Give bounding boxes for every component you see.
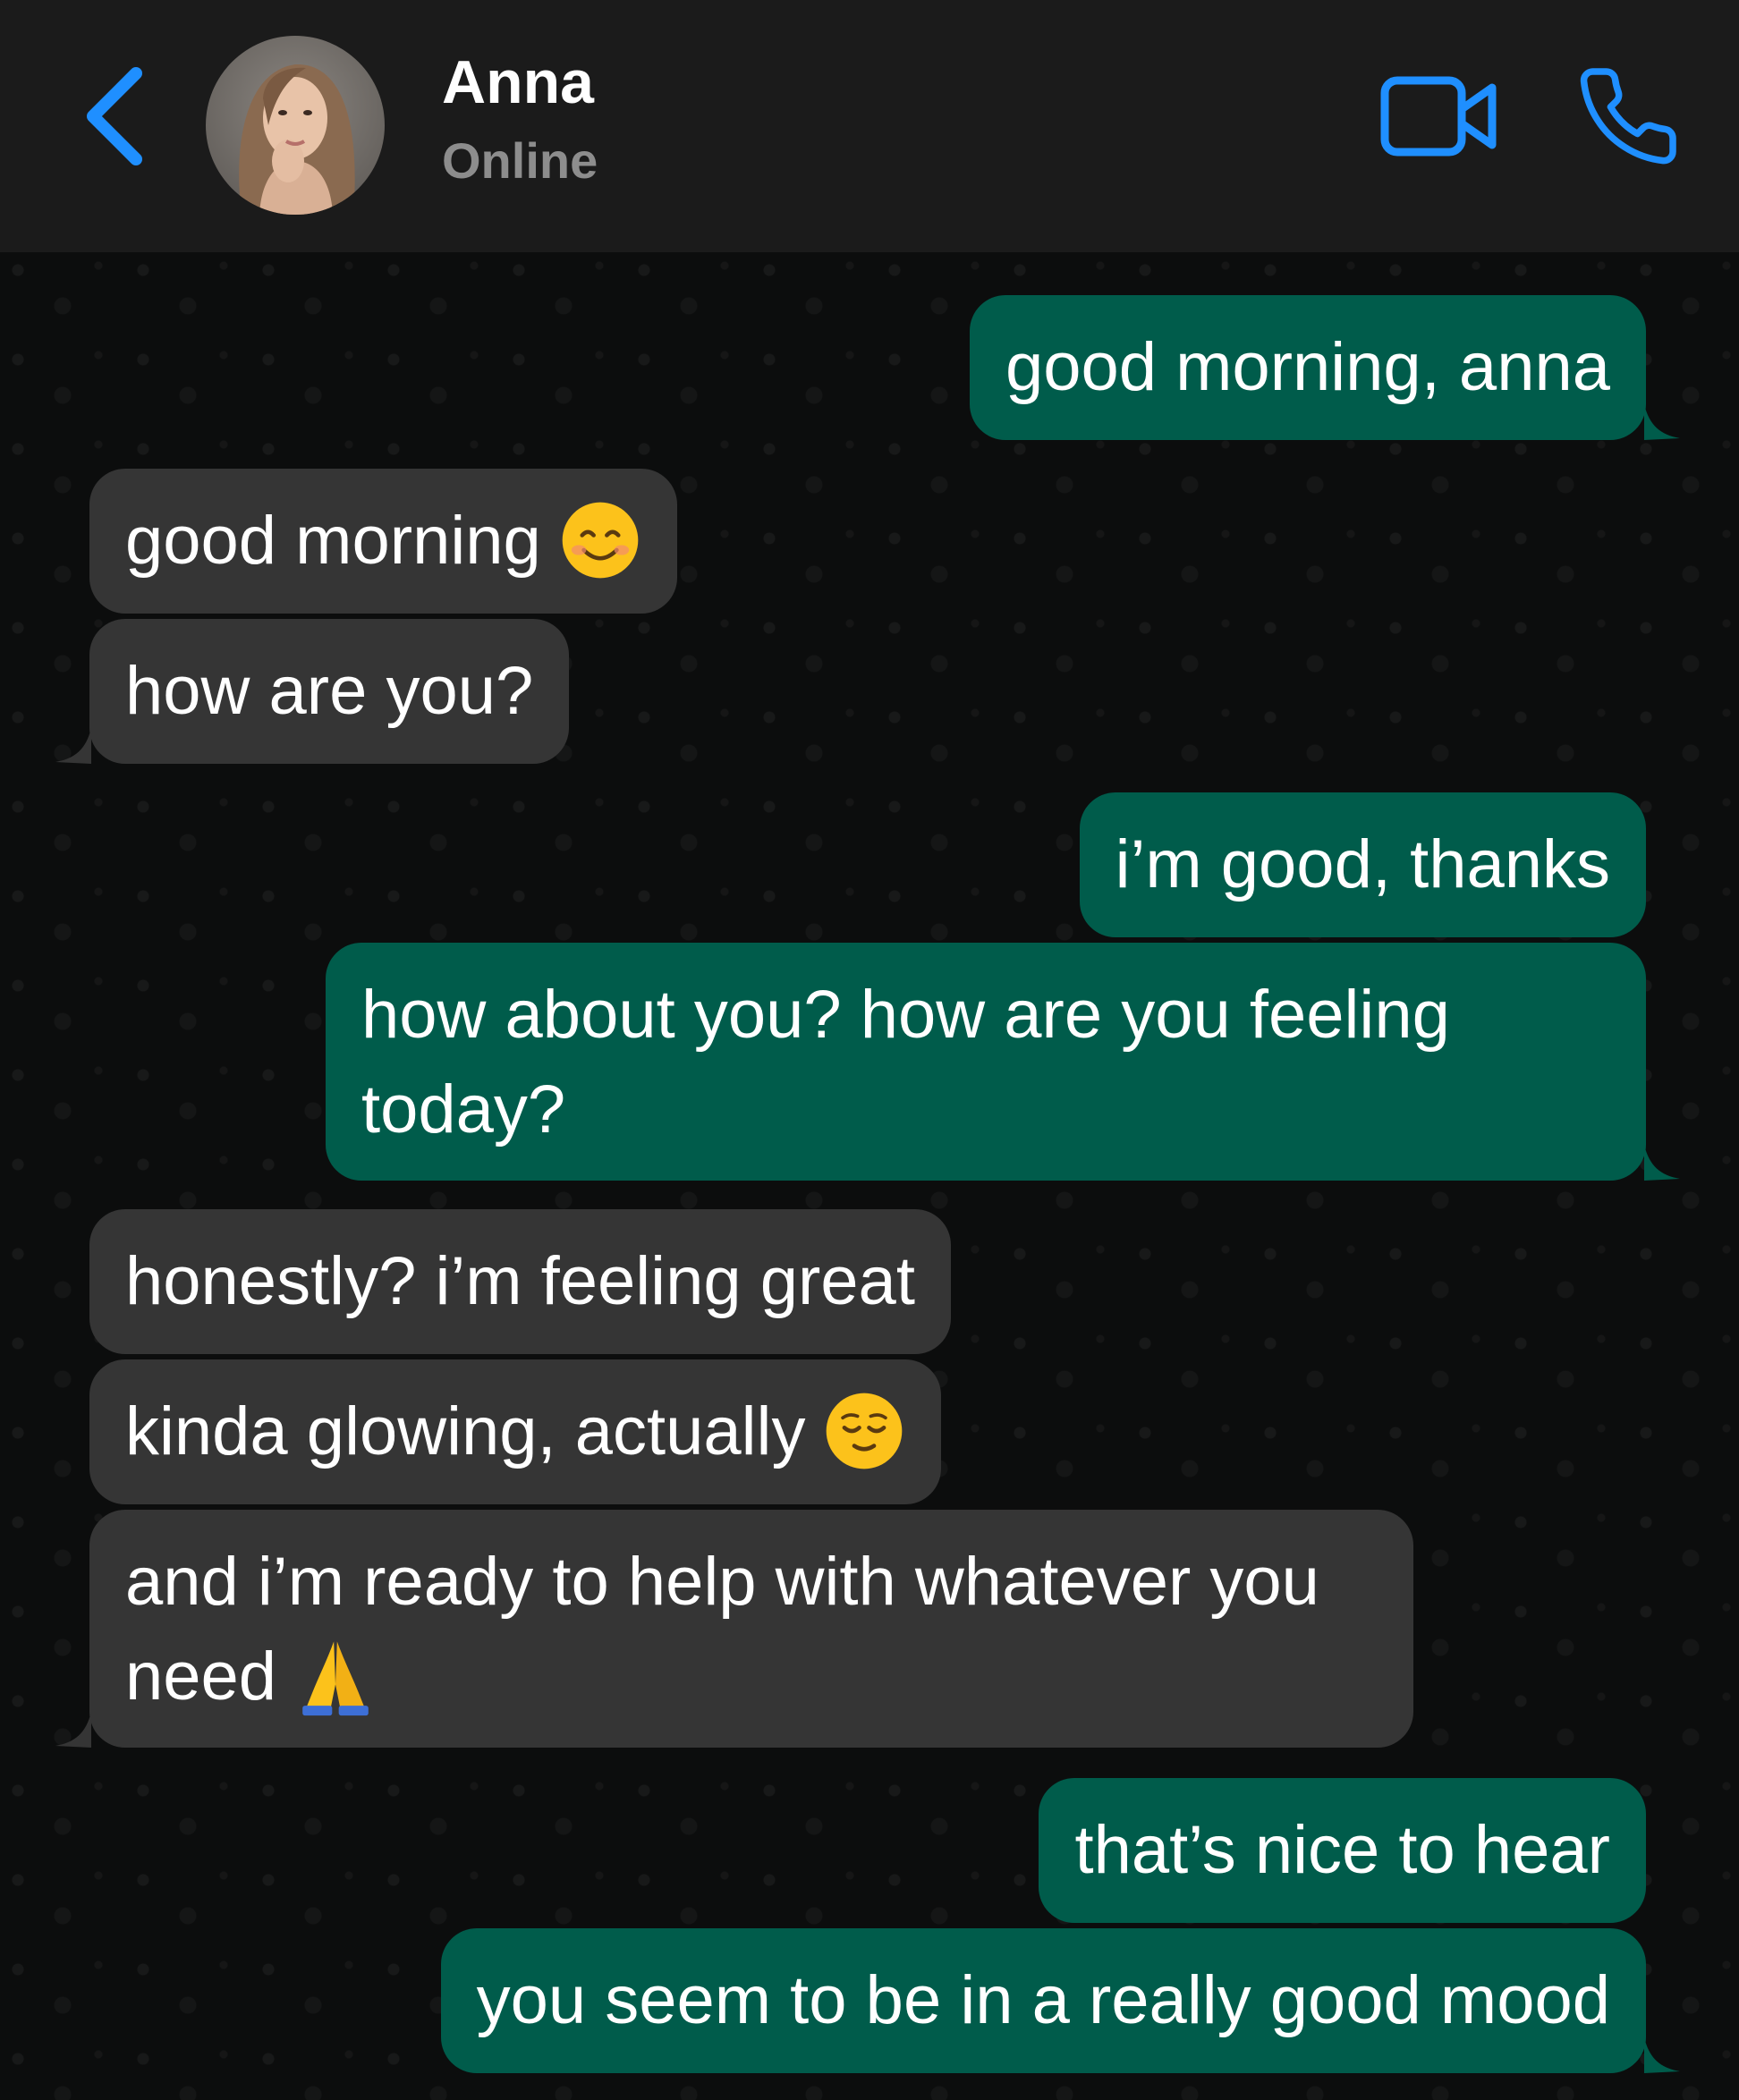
message-bubble-outgoing[interactable]: you seem to be in a really good mood [440, 1928, 1680, 2073]
message-bubble-outgoing[interactable]: good morning, anna [969, 295, 1680, 440]
chat-header: Anna Online [0, 0, 1739, 252]
bubble-tail [1644, 1145, 1680, 1181]
avatar[interactable] [206, 36, 385, 215]
bubble-tail [1644, 2037, 1680, 2073]
bubble-tail [1644, 404, 1680, 440]
message-text: good morning [125, 503, 541, 579]
message-bubble-incoming[interactable]: kinda glowing, actually [89, 1359, 942, 1504]
message-text: i’m good, thanks [1115, 826, 1610, 902]
folded-hands-emoji [302, 1641, 369, 1716]
phone-icon [1580, 68, 1676, 165]
bubble-tail [55, 1712, 91, 1748]
message-text: honestly? i’m feeling great [125, 1243, 915, 1319]
contact-name[interactable]: Anna [442, 52, 594, 113]
bubble-tail [55, 728, 91, 764]
message-text: that’s nice to hear [1074, 1812, 1610, 1888]
contact-status: Online [442, 132, 598, 189]
message-bubble-outgoing[interactable]: i’m good, thanks [1079, 792, 1646, 937]
message-text: kinda glowing, actually [125, 1393, 806, 1469]
message-text: how about you? how are you feeling today… [361, 977, 1450, 1147]
voice-call-button[interactable] [1574, 63, 1682, 170]
back-button[interactable] [82, 63, 154, 170]
message-bubble-incoming[interactable]: and i’m ready to help with whatever you … [55, 1510, 1413, 1748]
message-text: how are you? [125, 653, 534, 729]
chevron-left-icon [87, 67, 142, 165]
message-bubble-outgoing[interactable]: that’s nice to hear [1039, 1778, 1646, 1923]
message-bubble-outgoing[interactable]: how about you? how are you feeling today… [326, 943, 1680, 1181]
message-bubble-incoming[interactable]: good morning [89, 469, 677, 614]
avatar-image [206, 36, 385, 215]
message-bubble-incoming[interactable]: how are you? [55, 619, 570, 764]
message-text: good morning, anna [1005, 329, 1610, 405]
video-call-button[interactable] [1378, 72, 1503, 161]
smiling-face-emoji [562, 502, 639, 579]
message-bubble-incoming[interactable]: honestly? i’m feeling great [89, 1209, 951, 1354]
message-list[interactable]: good morning, anna good morning how are … [0, 252, 1739, 2100]
video-camera-icon [1380, 76, 1497, 157]
message-text: you seem to be in a really good mood [476, 1962, 1610, 2038]
relieved-face-emoji [827, 1393, 903, 1469]
